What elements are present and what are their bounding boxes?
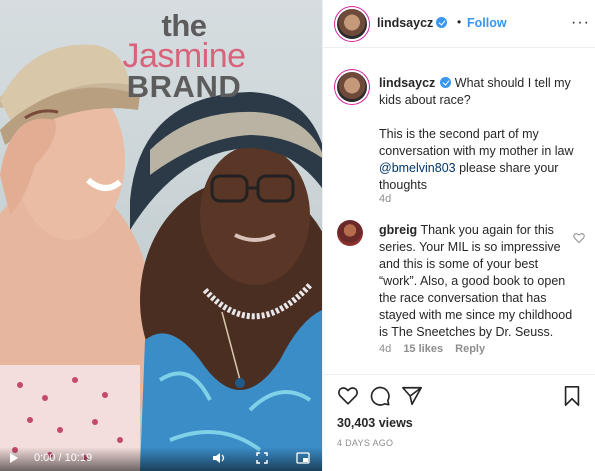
volume-icon[interactable] <box>212 452 226 464</box>
pip-icon[interactable] <box>296 452 310 464</box>
heart-icon[interactable] <box>337 385 359 407</box>
comment-like-icon[interactable] <box>573 232 585 244</box>
watermark-line-jasmine: Jasmine <box>122 37 246 75</box>
commenter-username[interactable]: gbreig <box>379 223 417 237</box>
caption-avatar[interactable] <box>337 72 367 102</box>
play-icon[interactable] <box>10 453 18 463</box>
fullscreen-icon[interactable] <box>256 452 268 464</box>
comment-age: 4d <box>379 343 392 355</box>
reply-button[interactable]: Reply <box>455 343 485 355</box>
caption-age: 4d <box>379 193 392 205</box>
caption-username[interactable]: lindsaycz <box>379 76 435 90</box>
caption-text: lindsaycz What should I tell my kids abo… <box>379 75 585 194</box>
share-icon[interactable] <box>401 385 423 407</box>
author-avatar[interactable] <box>337 9 367 39</box>
bookmark-icon[interactable] <box>561 385 583 407</box>
post-video[interactable]: the Jasmine BRAND 0:00 / 10:19 <box>0 0 322 471</box>
commenter-avatar[interactable] <box>337 220 363 246</box>
verified-badge-icon <box>436 17 448 28</box>
verified-badge-icon <box>440 77 452 88</box>
comment-likes[interactable]: 15 likes <box>403 343 443 355</box>
video-time: 0:00 / 10:19 <box>34 452 93 464</box>
comment-text: gbreig Thank you again for this series. … <box>379 222 579 341</box>
post-sidebar: lindsaycz • Follow ··· lindsaycz What sh… <box>322 0 595 471</box>
posted-time: 4 DAYS AGO <box>337 438 394 448</box>
more-options-icon[interactable]: ··· <box>571 14 590 32</box>
follow-button[interactable]: Follow <box>467 16 507 30</box>
comment-icon[interactable] <box>369 385 391 407</box>
separator-dot: • <box>457 15 462 29</box>
watermark-line-brand: BRAND <box>126 69 242 104</box>
post-actions: 30,403 views 4 DAYS AGO <box>323 374 595 471</box>
caption-line-2: This is the second part of my conversati… <box>379 127 574 158</box>
comment-body: Thank you again for this series. Your MI… <box>379 223 573 339</box>
video-controls: 0:00 / 10:19 <box>0 447 322 471</box>
caption-mention-link[interactable]: @bmelvin803 <box>379 161 456 175</box>
watermark-logo: the Jasmine BRAND <box>104 10 264 102</box>
post-header: lindsaycz • Follow ··· <box>323 0 595 48</box>
author-username[interactable]: lindsaycz <box>377 16 448 30</box>
view-count[interactable]: 30,403 views <box>337 416 413 430</box>
comment-meta: 4d 15 likes Reply <box>379 343 494 355</box>
